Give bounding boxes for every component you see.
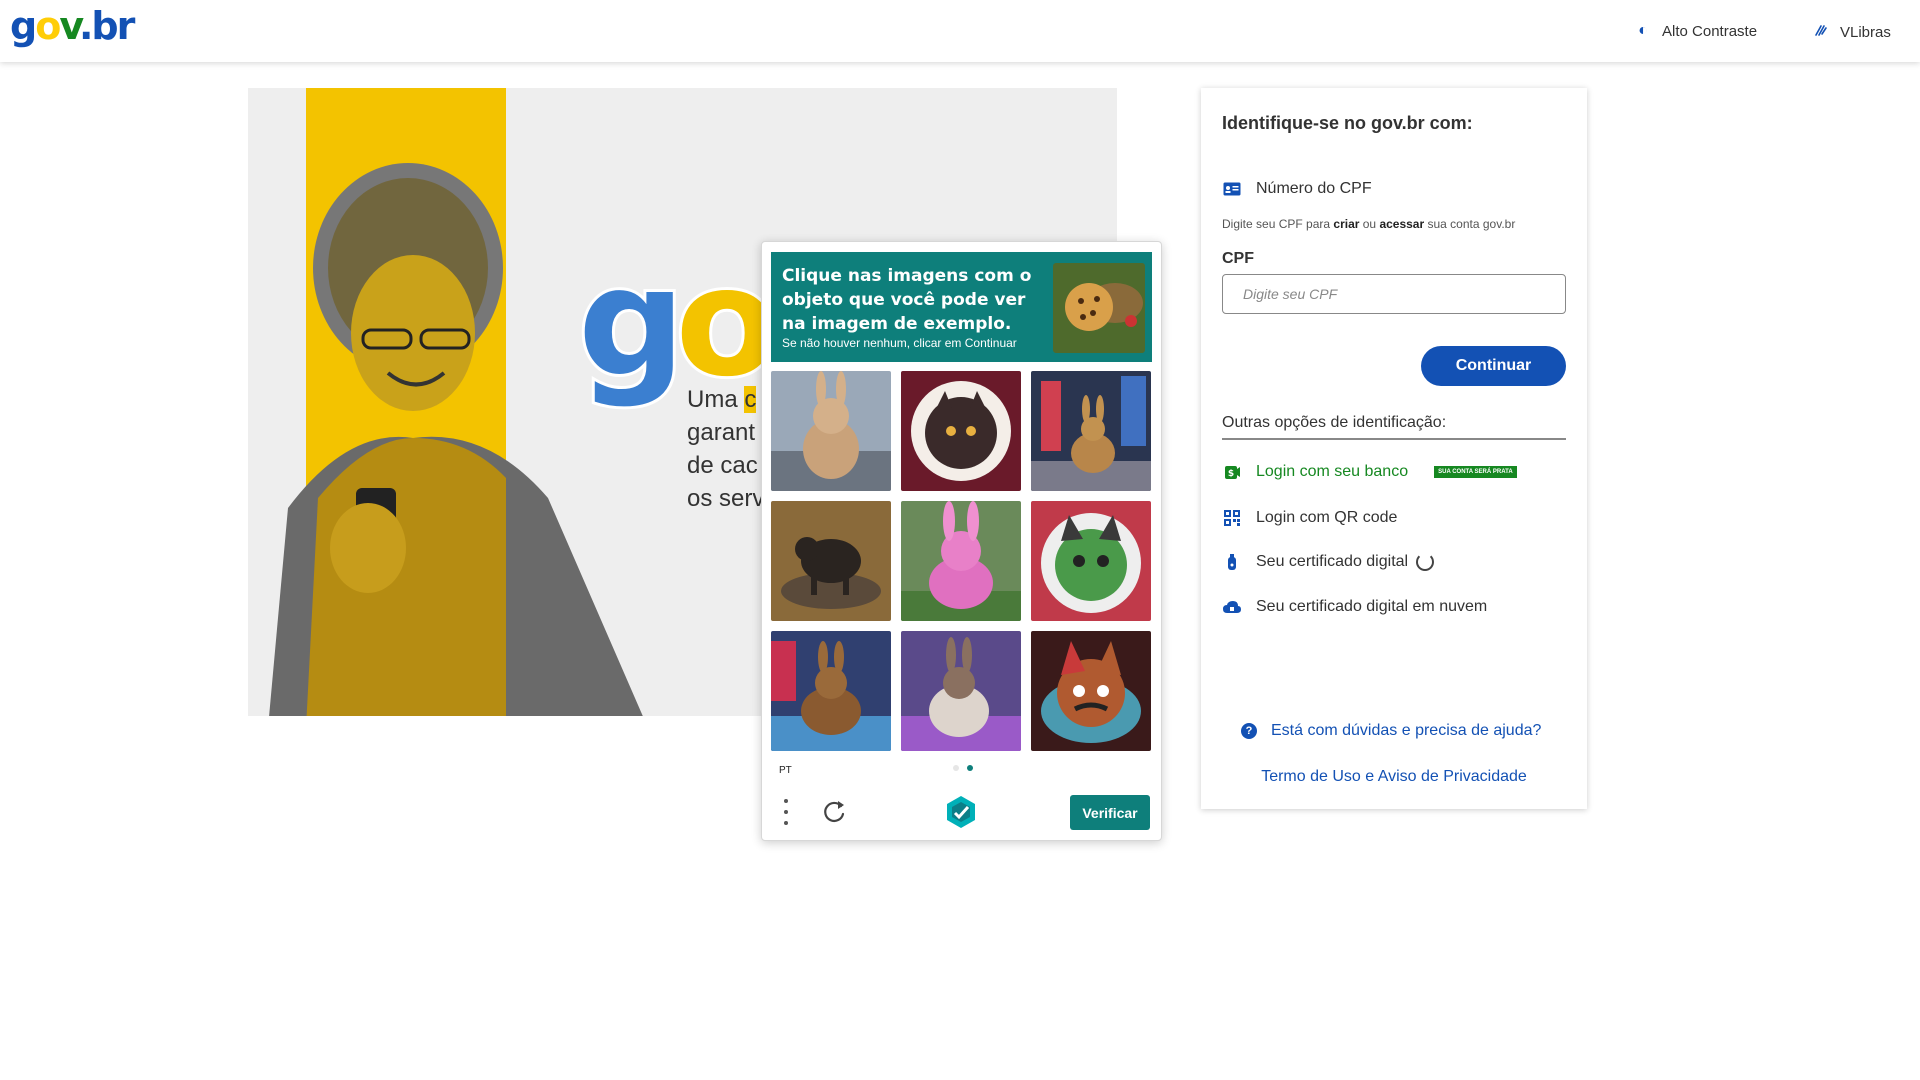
qr-code-icon [1222,508,1242,528]
tagline-line: de cac [687,452,758,479]
captcha-prompt-header: Clique nas imagens com o objeto que você… [771,252,1152,362]
login-panel: Identifique-se no gov.br com: Número do … [1201,88,1587,809]
logo-letter: v [59,4,81,48]
page-dot [953,765,959,771]
bank-login-label: Login com seu banco [1256,463,1409,480]
captcha-menu-icon[interactable] [779,799,793,825]
banner-tagline: Uma c garant de cac os serv [687,383,764,515]
svg-text:$: $ [1228,469,1234,479]
logo-letter: br [91,4,135,48]
vlibras-button[interactable]: VLibras [1812,22,1891,43]
usb-token-icon [1222,552,1242,572]
cpf-input[interactable] [1222,274,1566,314]
vlibras-label: VLibras [1840,24,1891,41]
captcha-language[interactable]: PT [779,765,792,776]
hcaptcha-logo-icon[interactable] [944,795,978,829]
captcha-pagination [953,765,973,771]
terms-link[interactable]: Termo de Uso e Aviso de Privacidade [1201,768,1587,786]
cpf-option[interactable]: Número do CPF [1222,179,1372,199]
cpf-hint: Digite seu CPF para criar ou acessar sua… [1222,217,1516,231]
top-header: gov.br ◐ Alto Contraste VLibras [0,0,1920,62]
cpf-option-label: Número do CPF [1256,180,1372,197]
woman-with-phone-illustration [269,163,643,716]
continue-button[interactable]: Continuar [1421,346,1566,386]
loading-spinner-icon [1416,553,1435,571]
verify-button[interactable]: Verificar [1070,795,1150,830]
tagline-line: garant [687,419,756,446]
banner-govbr-logo: go [575,245,781,401]
sign-language-icon [1812,22,1830,43]
cpf-field-label: CPF [1222,250,1254,267]
captcha-tile[interactable] [1031,371,1151,491]
high-contrast-label: Alto Contraste [1662,22,1758,40]
digital-certificate-option[interactable]: Seu certificado digital [1222,552,1435,572]
tagline-line: Uma c [687,386,757,413]
captcha-tile[interactable] [771,501,891,621]
help-link-label: Está com dúvidas e precisa de ajuda? [1271,722,1542,739]
bank-icon: $ [1222,462,1242,482]
qr-login-label: Login com QR code [1256,509,1398,526]
captcha-subinstruction: Se não houver nenhum, clicar em Continua… [782,336,1017,350]
captcha-tile[interactable] [771,371,891,491]
logo-letter: o [35,4,61,48]
page-dot-active [967,765,973,771]
login-title: Identifique-se no gov.br com: [1222,113,1473,133]
captcha-tile[interactable] [901,501,1021,621]
captcha-tile[interactable] [1031,501,1151,621]
govbr-logo[interactable]: gov.br [10,4,135,48]
cloud-icon [1222,597,1242,617]
cloud-certificate-option[interactable]: Seu certificado digital em nuvem [1222,597,1487,617]
captcha-challenge-dialog: Clique nas imagens com o objeto que você… [761,241,1162,841]
captcha-example-image [1053,263,1145,353]
tagline-line: os serv [687,485,765,512]
help-link[interactable]: ? Está com dúvidas e precisa de ajuda? [1241,722,1541,740]
digital-certificate-label: Seu certificado digital [1256,553,1409,570]
banner-logo-letter: g [575,236,688,410]
captcha-instruction: Clique nas imagens com o objeto que você… [782,266,1032,334]
captcha-tile[interactable] [901,371,1021,491]
contrast-icon: ◐ [1638,22,1648,39]
id-card-icon [1222,179,1242,199]
captcha-tile[interactable] [1031,631,1151,751]
question-icon: ? [1241,723,1257,739]
logo-letter: . [78,4,94,48]
high-contrast-button[interactable]: ◐ Alto Contraste [1634,22,1757,40]
cloud-certificate-label: Seu certificado digital em nuvem [1256,598,1488,615]
refresh-icon[interactable] [819,797,849,827]
captcha-image-grid [771,371,1153,753]
captcha-tile[interactable] [771,631,891,751]
silver-account-badge: SUA CONTA SERÁ PRATA [1434,466,1517,478]
captcha-tile[interactable] [901,631,1021,751]
qr-login-option[interactable]: Login com QR code [1222,508,1397,528]
other-options-title: Outras opções de identificação: [1222,414,1566,440]
logo-letter: g [10,4,37,48]
bank-login-option[interactable]: $ Login com seu banco SUA CONTA SERÁ PRA… [1222,462,1517,482]
